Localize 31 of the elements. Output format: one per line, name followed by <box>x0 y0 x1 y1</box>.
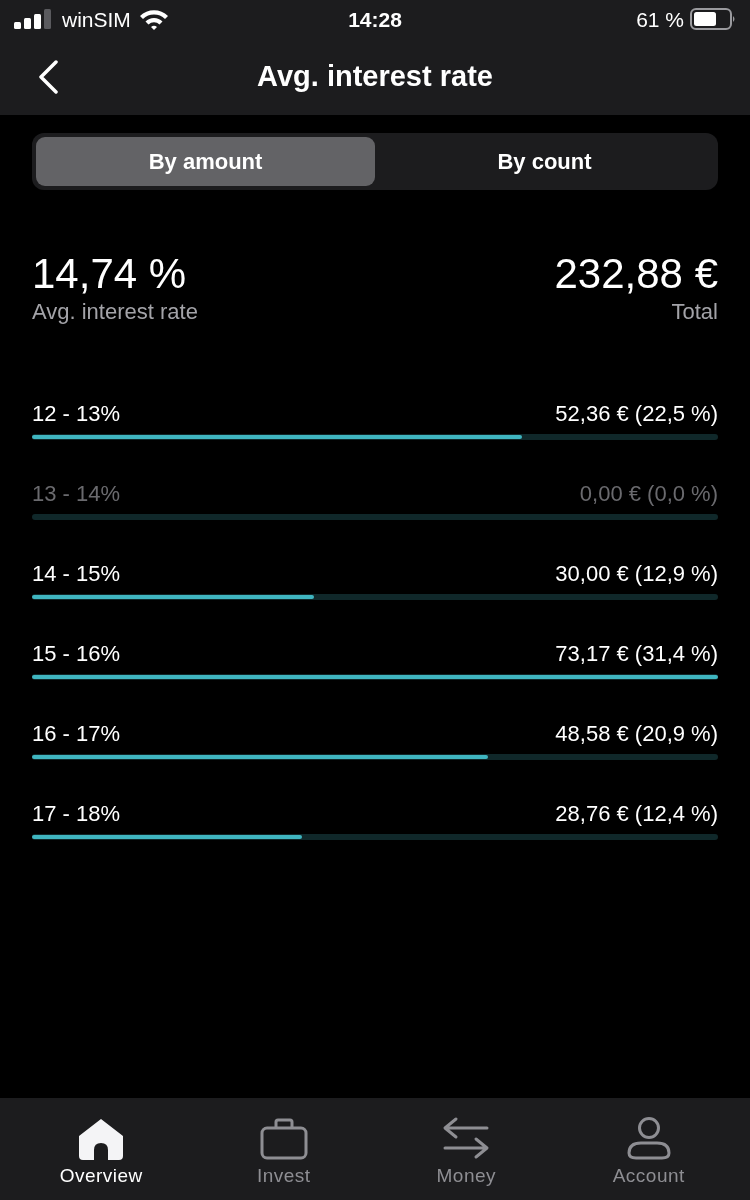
total-value: 232,88 € <box>554 250 718 298</box>
rate-range: 17 - 18% <box>32 800 121 828</box>
tab-bar-item[interactable]: Invest <box>192 1098 375 1200</box>
tab-bar-item[interactable]: Account <box>557 1098 740 1200</box>
tab-bar-item[interactable]: Money <box>375 1098 558 1200</box>
back-chevron-icon <box>37 60 59 94</box>
bucket-amount: 28,76 € (12,4 %) <box>555 800 718 828</box>
signal-icon <box>14 9 54 29</box>
rate-range: 15 - 16% <box>32 640 121 668</box>
rate-range: 13 - 14% <box>32 480 121 508</box>
battery-percent: 61 % <box>636 8 684 30</box>
segment-tab[interactable]: By count <box>375 137 714 186</box>
briefcase-icon <box>258 1116 309 1160</box>
bucket-amount: 52,36 € (22,5 %) <box>555 400 718 428</box>
tab-bar-item[interactable]: Overview <box>10 1098 193 1200</box>
rate-range: 12 - 13% <box>32 400 121 428</box>
segment-tab[interactable]: By amount <box>36 137 375 186</box>
bucket-amount: 48,58 € (20,9 %) <box>555 720 718 748</box>
average-rate-value: 14,74 % <box>32 250 187 298</box>
wifi-icon <box>138 8 169 30</box>
battery-icon <box>690 8 736 30</box>
bucket-amount: 30,00 € (12,9 %) <box>555 560 718 588</box>
bucket-amount: 73,17 € (31,4 %) <box>555 640 718 668</box>
carrier-name: winSIM <box>62 8 131 30</box>
screen-title: Avg. interest rate <box>257 62 493 91</box>
rate-range: 14 - 15% <box>32 560 121 588</box>
status-time: 14:28 <box>348 8 402 30</box>
total-label: Total <box>671 298 718 326</box>
average-rate-label: Avg. interest rate <box>32 298 198 326</box>
rate-range: 16 - 17% <box>32 720 121 748</box>
bucket-amount: 0,00 € (0,0 %) <box>579 480 718 508</box>
